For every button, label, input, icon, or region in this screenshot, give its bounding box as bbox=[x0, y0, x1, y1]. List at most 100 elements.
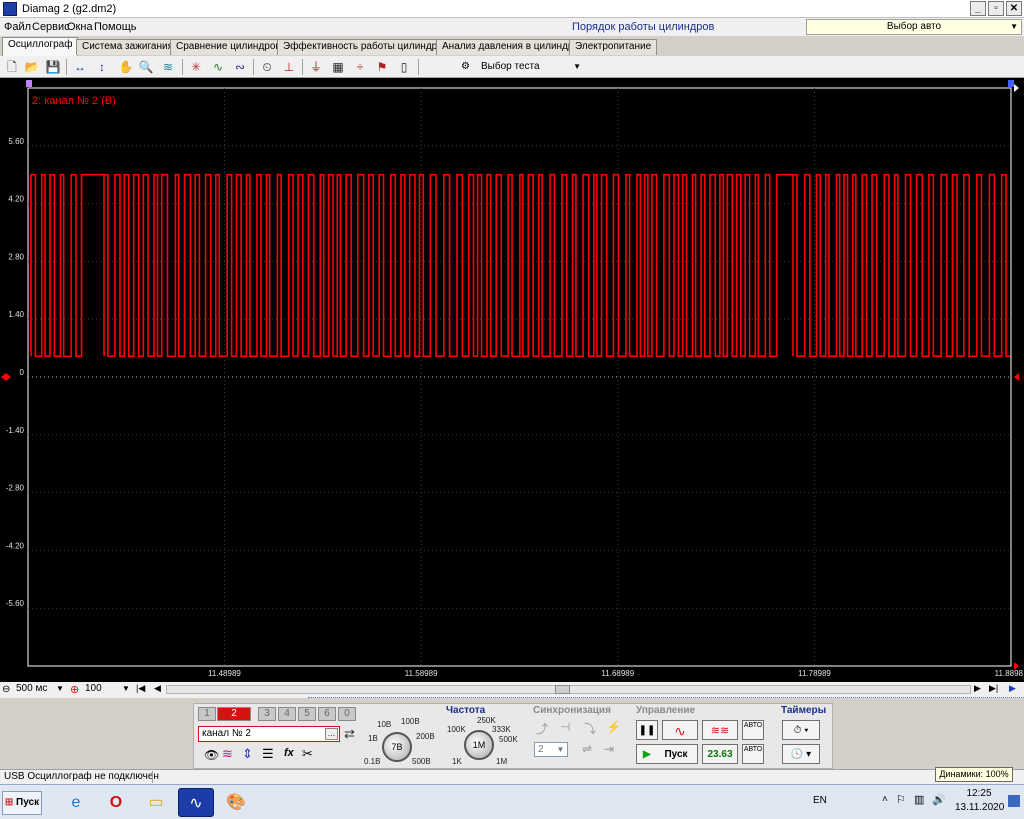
language-indicator[interactable]: EN bbox=[813, 795, 827, 806]
new-file-icon[interactable]: 🗋 bbox=[4, 59, 20, 75]
marker-flag-icon[interactable]: ⚑ bbox=[374, 59, 390, 75]
page-icon[interactable]: ▯ bbox=[396, 59, 412, 75]
go-last-icon[interactable]: ▶| bbox=[989, 683, 998, 694]
start-button[interactable]: ▶ Пуск bbox=[636, 744, 698, 764]
speaker-icon[interactable]: 🔊 bbox=[932, 793, 946, 806]
lines-icon[interactable]: ☰ bbox=[262, 746, 274, 762]
wave-icon[interactable]: ≋ bbox=[222, 746, 233, 762]
cursor-cross-icon[interactable]: ✳ bbox=[188, 59, 204, 75]
clock-date[interactable]: 13.11.2020 bbox=[955, 802, 1004, 813]
channel-1-button[interactable]: 1 bbox=[198, 707, 216, 721]
go-first-icon[interactable]: |◀ bbox=[136, 683, 145, 694]
auto-settings-button[interactable]: АВТО bbox=[742, 720, 764, 740]
save-icon[interactable]: 💾 bbox=[45, 59, 61, 75]
tab-power-supply[interactable]: Электропитание bbox=[569, 39, 658, 55]
channel-3-button[interactable]: 3 bbox=[258, 707, 276, 721]
sync-auto-icon[interactable]: ⚡ bbox=[606, 720, 621, 734]
zoom-vertical-icon[interactable]: ↕ bbox=[94, 59, 110, 75]
channel-4-button[interactable]: 4 bbox=[278, 707, 296, 721]
time-scrollbar[interactable] bbox=[166, 685, 971, 694]
sync-channel-select[interactable]: 2 ▼ bbox=[534, 742, 568, 757]
amplitude-icon[interactable]: ⊕ bbox=[70, 683, 79, 696]
hand-pan-icon[interactable]: ✋ bbox=[118, 59, 134, 75]
close-button[interactable]: ✕ bbox=[1006, 1, 1022, 16]
menu-file[interactable]: Файл bbox=[4, 21, 31, 33]
paint-icon[interactable]: 🎨 bbox=[218, 788, 254, 817]
channel-label: 2: канал № 2 (В) bbox=[32, 95, 116, 107]
tools-icon[interactable]: ✂ bbox=[302, 746, 313, 762]
noise-mode-button[interactable]: ≋≋ bbox=[702, 720, 738, 740]
oscilloscope-plot[interactable]: 5.60 4.20 2.80 1.40 0 -1.40 -2.80 -4.20 -5.60 11… bbox=[0, 78, 1024, 682]
test-select-dropdown[interactable]: ⚙ Выбор теста ▼ bbox=[457, 58, 587, 75]
timer-1-button[interactable]: ⏱ ▾ bbox=[782, 720, 820, 740]
tab-ignition-system[interactable]: Система зажигания bbox=[76, 39, 179, 55]
function-icon[interactable]: fx bbox=[284, 747, 294, 759]
vertical-shift-icon[interactable]: ⇕ bbox=[242, 746, 253, 762]
play-scroll-icon[interactable]: ▶ bbox=[1009, 683, 1016, 694]
zero-level-marker-right[interactable] bbox=[1014, 373, 1019, 381]
sync-level-icon[interactable]: ⇌ bbox=[582, 742, 592, 756]
clock-time[interactable]: 12:25 bbox=[955, 788, 1003, 799]
sine-mode-button[interactable]: ∿ bbox=[662, 720, 698, 740]
go-prev-icon[interactable]: ◀ bbox=[154, 683, 161, 694]
pause-button[interactable]: ❚❚ bbox=[636, 720, 658, 740]
show-desktop-icon[interactable] bbox=[1008, 795, 1020, 807]
menu-help[interactable]: Помощь bbox=[94, 21, 137, 33]
channel-6-button[interactable]: 6 bbox=[318, 707, 336, 721]
fit-signal-icon[interactable]: ≋ bbox=[160, 59, 176, 75]
panel-splitter[interactable] bbox=[308, 697, 1024, 701]
divider-icon[interactable]: ÷ bbox=[352, 59, 368, 75]
scale-row: ⊖ 500 мс ▼ ⊕ 100 ▼ |◀ ◀ ▶ ▶| ▶ bbox=[0, 682, 1024, 698]
network-icon[interactable]: ▥ bbox=[914, 793, 924, 806]
sync-shift-icon[interactable]: ⇥ bbox=[604, 742, 614, 756]
auto-run-button[interactable]: АВТО bbox=[742, 744, 764, 764]
tab-pressure-analysis[interactable]: Анализ давления в цилиндре bbox=[436, 39, 586, 55]
go-next-icon[interactable]: ▶ bbox=[974, 683, 981, 694]
filter-icon[interactable]: ⏚ bbox=[308, 59, 324, 75]
auto-scale-icon[interactable]: ⏲ bbox=[259, 59, 275, 75]
sync-falling-icon[interactable]: ⤵ bbox=[584, 720, 596, 737]
tab-cylinder-efficiency[interactable]: Эффективность работы цилиндров bbox=[277, 39, 455, 55]
tab-oscilloscope[interactable]: Осциллограф bbox=[2, 37, 79, 56]
x-tick-label: 11.68989 bbox=[601, 669, 634, 678]
file-explorer-icon[interactable]: ▭ bbox=[138, 788, 174, 817]
channel-swap-icon[interactable]: ⇄ bbox=[344, 726, 355, 742]
channel-0-button[interactable]: 0 bbox=[338, 707, 356, 721]
auto-select-dropdown[interactable]: Выбор авто ▼ bbox=[806, 19, 1022, 35]
wave-filter-icon[interactable]: ∿ bbox=[210, 59, 226, 75]
channel-5-button[interactable]: 5 bbox=[298, 707, 316, 721]
maximize-button[interactable]: ▫ bbox=[988, 1, 1004, 16]
menu-service[interactable]: Сервис bbox=[32, 21, 70, 33]
magnifier-icon[interactable]: 🔍 bbox=[138, 59, 154, 75]
zero-level-icon[interactable]: ⊥ bbox=[281, 59, 297, 75]
channel-2-button[interactable]: 2 bbox=[217, 707, 251, 721]
cursor-1-marker[interactable] bbox=[26, 80, 32, 87]
diamag-taskbar-icon[interactable]: ∿ bbox=[178, 788, 214, 817]
table-icon[interactable]: ▦ bbox=[330, 59, 346, 75]
sync-rising-icon[interactable]: ⤴ bbox=[536, 720, 548, 737]
zero-level-marker[interactable] bbox=[1, 373, 11, 381]
sync-edge-icon[interactable]: ⊣ bbox=[560, 720, 570, 734]
channel-name-input[interactable]: канал № 2 … bbox=[198, 726, 340, 742]
zoom-horizontal-icon[interactable]: ↔ bbox=[72, 59, 88, 75]
frequency-knob[interactable]: 1M bbox=[464, 730, 494, 760]
voltage-knob[interactable]: 7В bbox=[382, 732, 412, 762]
cursor-2-marker[interactable] bbox=[1008, 80, 1014, 87]
wave-overlay-icon[interactable]: ∾ bbox=[232, 59, 248, 75]
browse-button[interactable]: … bbox=[325, 728, 338, 740]
opera-icon[interactable]: O bbox=[98, 788, 134, 817]
title-bar: Diamag 2 (g2.dm2) _ ▫ ✕ bbox=[0, 0, 1024, 18]
tab-cylinder-comparison[interactable]: Сравнение цилиндров bbox=[170, 39, 287, 55]
flag-icon[interactable]: ⚐ bbox=[896, 793, 906, 806]
tray-expand-icon[interactable]: ˄ bbox=[882, 794, 888, 805]
zoom-out-icon[interactable]: ⊖ bbox=[2, 684, 10, 695]
start-menu-button[interactable]: ⊞ Пуск bbox=[2, 791, 42, 815]
timer-2-button[interactable]: 🕓 ▾ bbox=[782, 744, 820, 764]
minimize-button[interactable]: _ bbox=[970, 1, 986, 16]
open-folder-icon[interactable]: 📂 bbox=[24, 59, 40, 75]
internet-explorer-icon[interactable]: e bbox=[58, 788, 94, 817]
menu-windows[interactable]: Окна bbox=[67, 21, 93, 33]
chevron-down-icon: ▼ bbox=[556, 745, 565, 754]
scrollbar-thumb[interactable] bbox=[555, 685, 570, 694]
eye-icon[interactable]: 👁 bbox=[204, 748, 219, 762]
